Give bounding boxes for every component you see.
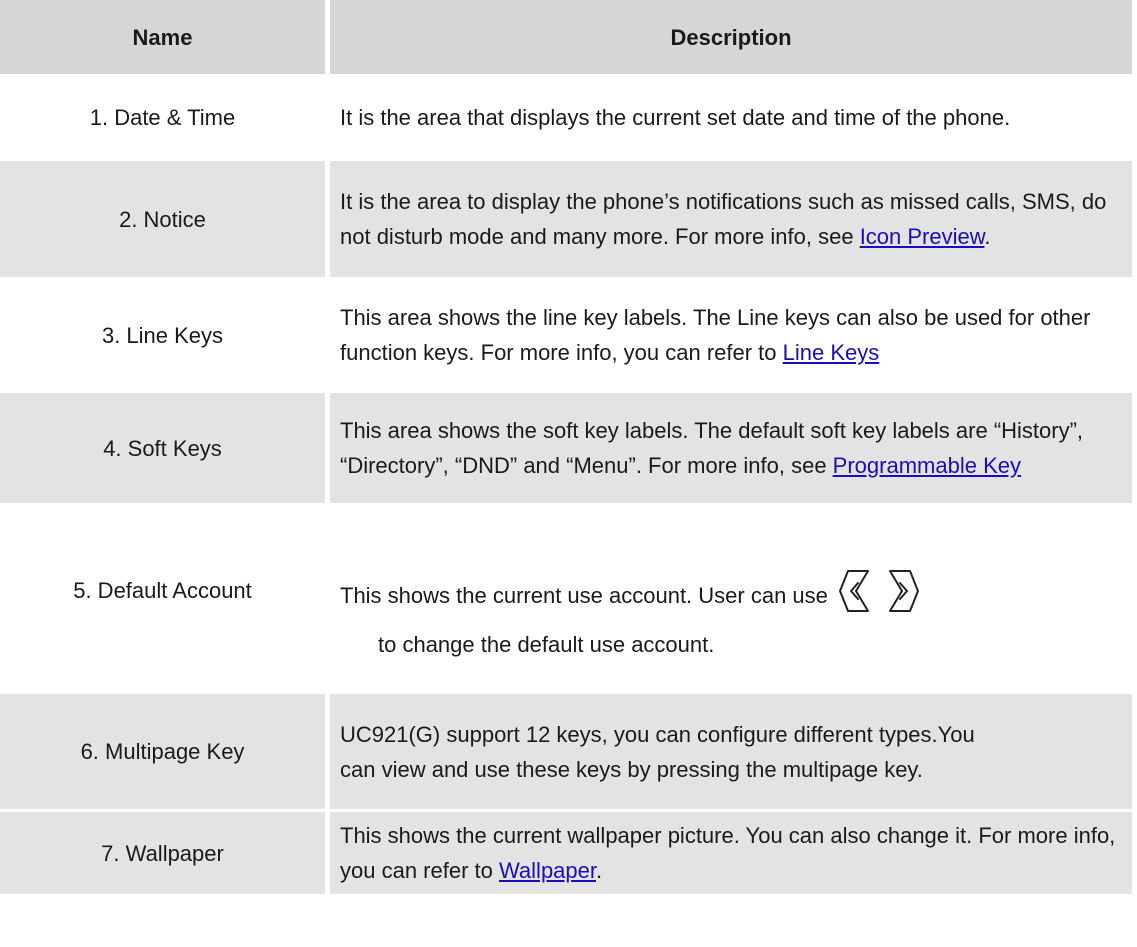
table-row: 4. Soft Keys This area shows the soft ke… (0, 393, 1137, 506)
table-row: 5. Default Account This shows the curren… (0, 506, 1137, 694)
description-text-end: . (984, 224, 991, 249)
row-description: This shows the current use account. User… (330, 506, 1137, 694)
row-name-soft-keys: 4. Soft Keys (0, 393, 330, 506)
description-text-end: . (596, 858, 603, 883)
row-description: It is the area to display the phone’s no… (330, 161, 1137, 280)
wallpaper-link[interactable]: Wallpaper (499, 858, 596, 883)
line-keys-link[interactable]: Line Keys (783, 340, 880, 365)
table-row: 3. Line Keys This area shows the line ke… (0, 280, 1137, 393)
row-description: This shows the current wallpaper picture… (330, 812, 1137, 897)
info-table: Name Description 1. Date & Time It is th… (0, 0, 1137, 897)
table-row: 2. Notice It is the area to display the … (0, 161, 1137, 280)
description-text: This area shows the line key labels. The… (340, 305, 1091, 365)
table-row: 7. Wallpaper This shows the current wall… (0, 812, 1137, 897)
row-name-default-account: 5. Default Account (0, 506, 330, 694)
row-name-wallpaper: 7. Wallpaper (0, 812, 330, 897)
row-description: It is the area that displays the current… (330, 77, 1137, 161)
right-arrow-key-icon[interactable] (884, 565, 920, 617)
column-header-name: Name (0, 0, 330, 77)
row-description: This area shows the line key labels. The… (330, 280, 1137, 393)
description-text: This shows the current wallpaper picture… (340, 823, 1116, 883)
description-text: This shows the current use account. User… (340, 583, 828, 608)
row-name-line-keys: 3. Line Keys (0, 280, 330, 393)
left-arrow-key-icon[interactable] (838, 565, 874, 617)
row-name-date-time: 1. Date & Time (0, 77, 330, 161)
row-name-multipage-key: 6. Multipage Key (0, 694, 330, 812)
table-row: 1. Date & Time It is the area that displ… (0, 77, 1137, 161)
column-header-description: Description (330, 0, 1137, 77)
row-description: This area shows the soft key labels. The… (330, 393, 1137, 506)
description-text: It is the area that displays the current… (340, 105, 1011, 130)
description-text: UC921(G) support 12 keys, you can config… (340, 721, 975, 782)
table-row: 6. Multipage Key UC921(G) support 12 key… (0, 694, 1137, 812)
table-header-row: Name Description (0, 0, 1137, 77)
row-name-notice: 2. Notice (0, 161, 330, 280)
description-text: It is the area to display the phone’s no… (340, 189, 1107, 249)
description-text-line2: to change the default use account. (378, 632, 715, 657)
icon-preview-link[interactable]: Icon Preview (860, 224, 985, 249)
row-description: UC921(G) support 12 keys, you can config… (330, 694, 1137, 812)
programmable-key-link[interactable]: Programmable Key (833, 453, 1021, 478)
account-switch-icons (838, 565, 920, 617)
